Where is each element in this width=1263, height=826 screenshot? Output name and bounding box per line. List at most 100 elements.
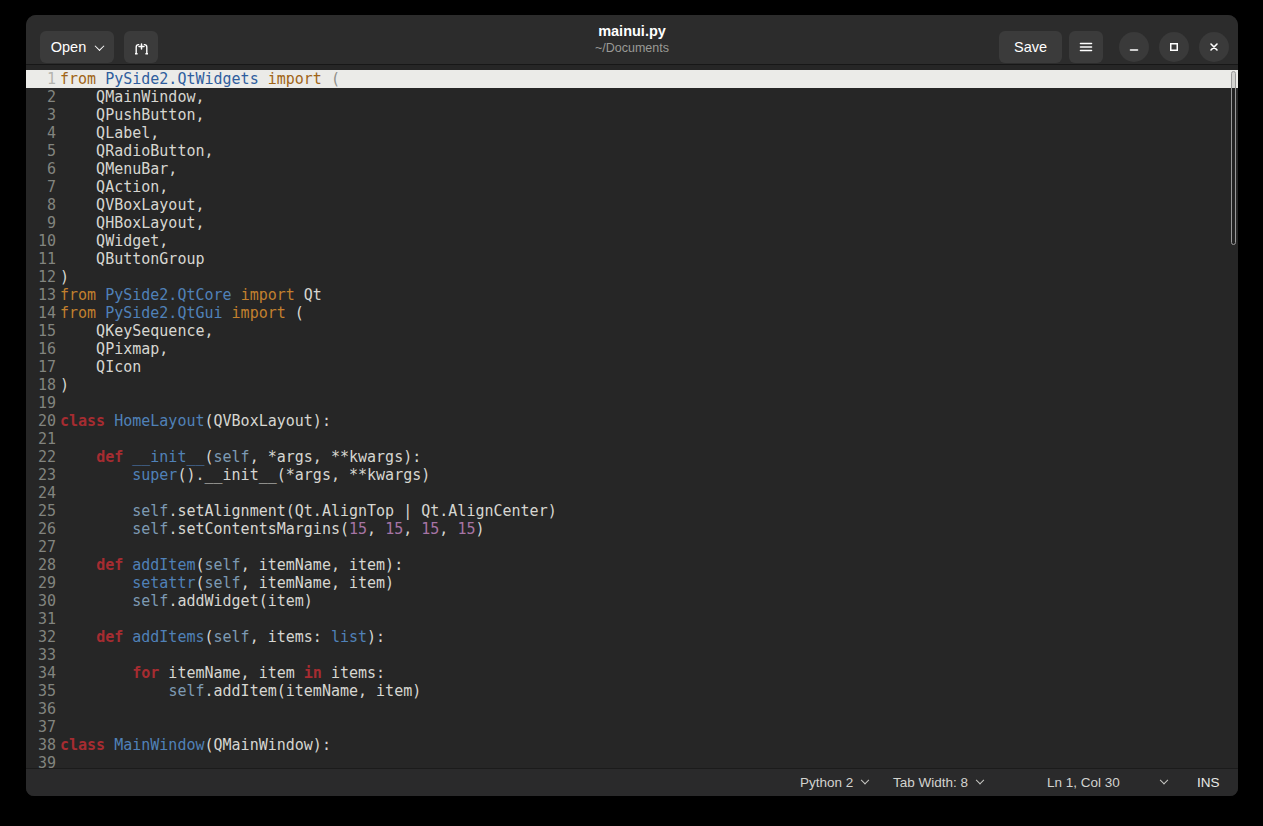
code-line[interactable]: 27 bbox=[26, 538, 1238, 556]
line-number: 13 bbox=[26, 286, 56, 304]
code-line[interactable]: 36 bbox=[26, 700, 1238, 718]
code-text: QHBoxLayout, bbox=[60, 214, 205, 232]
code-text: setattr(self, itemName, item) bbox=[60, 574, 394, 592]
text-editor-window: Open mainui.py ~/Documents Save bbox=[26, 15, 1238, 796]
line-number: 8 bbox=[26, 196, 56, 214]
vertical-scrollbar-thumb[interactable] bbox=[1231, 71, 1236, 245]
line-number: 12 bbox=[26, 268, 56, 286]
line-number: 3 bbox=[26, 106, 56, 124]
code-line[interactable]: 32 def addItems(self, items: list): bbox=[26, 628, 1238, 646]
code-line[interactable]: 13from PySide2.QtCore import Qt bbox=[26, 286, 1238, 304]
open-button[interactable]: Open bbox=[40, 31, 114, 63]
save-button[interactable]: Save bbox=[999, 31, 1062, 63]
close-icon bbox=[1206, 39, 1222, 55]
line-number: 14 bbox=[26, 304, 56, 322]
tab-width-selector[interactable]: Tab Width: 8 bbox=[893, 769, 983, 796]
code-text: def addItems(self, items: list): bbox=[60, 628, 385, 646]
save-button-label: Save bbox=[1014, 39, 1047, 55]
line-number: 1 bbox=[26, 70, 56, 88]
language-selector[interactable]: Python 2 bbox=[800, 769, 868, 796]
close-button[interactable] bbox=[1199, 32, 1229, 62]
code-line[interactable]: 16 QPixmap, bbox=[26, 340, 1238, 358]
code-line[interactable]: 12) bbox=[26, 268, 1238, 286]
line-number: 28 bbox=[26, 556, 56, 574]
code-line[interactable]: 25 self.setAlignment(Qt.AlignTop | Qt.Al… bbox=[26, 502, 1238, 520]
cursor-position-selector[interactable]: Ln 1, Col 30 bbox=[1047, 769, 1167, 796]
code-line[interactable]: 17 QIcon bbox=[26, 358, 1238, 376]
hamburger-menu-icon bbox=[1078, 39, 1094, 55]
code-line[interactable]: 23 super().__init__(*args, **kwargs) bbox=[26, 466, 1238, 484]
code-text: QAction, bbox=[60, 178, 168, 196]
code-line[interactable]: 20class HomeLayout(QVBoxLayout): bbox=[26, 412, 1238, 430]
maximize-button[interactable] bbox=[1159, 32, 1189, 62]
code-line[interactable]: 31 bbox=[26, 610, 1238, 628]
code-line[interactable]: 39 bbox=[26, 754, 1238, 768]
header-bar: Open mainui.py ~/Documents Save bbox=[26, 15, 1238, 65]
code-line[interactable]: 26 self.setContentsMargins(15, 15, 15, 1… bbox=[26, 520, 1238, 538]
code-text: QMenuBar, bbox=[60, 160, 177, 178]
line-number: 9 bbox=[26, 214, 56, 232]
tab-width-label: Tab Width: 8 bbox=[893, 775, 968, 790]
code-editor[interactable]: 1from PySide2.QtWidgets import (2 QMainW… bbox=[26, 66, 1238, 768]
line-number: 32 bbox=[26, 628, 56, 646]
code-line[interactable]: 10 QWidget, bbox=[26, 232, 1238, 250]
code-line[interactable]: 29 setattr(self, itemName, item) bbox=[26, 574, 1238, 592]
code-line[interactable]: 21 bbox=[26, 430, 1238, 448]
code-text: QMainWindow, bbox=[60, 88, 205, 106]
code-line[interactable]: 28 def addItem(self, itemName, item): bbox=[26, 556, 1238, 574]
code-text: from PySide2.QtWidgets import ( bbox=[60, 70, 340, 88]
code-text: QWidget, bbox=[60, 232, 168, 250]
code-line[interactable]: 5 QRadioButton, bbox=[26, 142, 1238, 160]
line-number: 25 bbox=[26, 502, 56, 520]
code-line[interactable]: 4 QLabel, bbox=[26, 124, 1238, 142]
line-number: 24 bbox=[26, 484, 56, 502]
code-line[interactable]: 6 QMenuBar, bbox=[26, 160, 1238, 178]
code-line[interactable]: 38class MainWindow(QMainWindow): bbox=[26, 736, 1238, 754]
line-number: 15 bbox=[26, 322, 56, 340]
chevron-down-icon bbox=[976, 775, 984, 783]
line-number: 37 bbox=[26, 718, 56, 736]
code-text: ) bbox=[60, 376, 69, 394]
code-line[interactable]: 11 QButtonGroup bbox=[26, 250, 1238, 268]
code-line[interactable]: 33 bbox=[26, 646, 1238, 664]
main-menu-button[interactable] bbox=[1069, 31, 1103, 63]
minimize-button[interactable] bbox=[1119, 32, 1149, 62]
code-text: QIcon bbox=[60, 358, 141, 376]
chevron-down-icon bbox=[95, 41, 105, 51]
code-text: self.setContentsMargins(15, 15, 15, 15) bbox=[60, 520, 484, 538]
code-text: self.setAlignment(Qt.AlignTop | Qt.Align… bbox=[60, 502, 557, 520]
code-line[interactable]: 19 bbox=[26, 394, 1238, 412]
code-line[interactable]: 22 def __init__(self, *args, **kwargs): bbox=[26, 448, 1238, 466]
line-number: 36 bbox=[26, 700, 56, 718]
line-number: 6 bbox=[26, 160, 56, 178]
code-text: QPixmap, bbox=[60, 340, 168, 358]
line-number: 38 bbox=[26, 736, 56, 754]
code-line[interactable]: 7 QAction, bbox=[26, 178, 1238, 196]
code-line[interactable]: 35 self.addItem(itemName, item) bbox=[26, 682, 1238, 700]
code-line[interactable]: 24 bbox=[26, 484, 1238, 502]
code-text: def addItem(self, itemName, item): bbox=[60, 556, 403, 574]
line-number: 23 bbox=[26, 466, 56, 484]
insert-mode-label: INS bbox=[1197, 775, 1220, 790]
code-text: QKeySequence, bbox=[60, 322, 214, 340]
code-line[interactable]: 30 self.addWidget(item) bbox=[26, 592, 1238, 610]
code-line[interactable]: 2 QMainWindow, bbox=[26, 88, 1238, 106]
code-line[interactable]: 18) bbox=[26, 376, 1238, 394]
code-line[interactable]: 14from PySide2.QtGui import ( bbox=[26, 304, 1238, 322]
code-text: class MainWindow(QMainWindow): bbox=[60, 736, 331, 754]
line-number: 4 bbox=[26, 124, 56, 142]
code-line[interactable]: 9 QHBoxLayout, bbox=[26, 214, 1238, 232]
open-button-label: Open bbox=[51, 39, 86, 55]
code-text: class HomeLayout(QVBoxLayout): bbox=[60, 412, 331, 430]
code-line[interactable]: 3 QPushButton, bbox=[26, 106, 1238, 124]
code-line[interactable]: 1from PySide2.QtWidgets import ( bbox=[26, 70, 1238, 88]
code-line[interactable]: 8 QVBoxLayout, bbox=[26, 196, 1238, 214]
new-tab-button[interactable] bbox=[124, 31, 158, 63]
line-number: 30 bbox=[26, 592, 56, 610]
code-line[interactable]: 34 for itemName, item in items: bbox=[26, 664, 1238, 682]
language-label: Python 2 bbox=[800, 775, 853, 790]
code-line[interactable]: 15 QKeySequence, bbox=[26, 322, 1238, 340]
code-line[interactable]: 37 bbox=[26, 718, 1238, 736]
code-text: self.addWidget(item) bbox=[60, 592, 313, 610]
line-number: 5 bbox=[26, 142, 56, 160]
